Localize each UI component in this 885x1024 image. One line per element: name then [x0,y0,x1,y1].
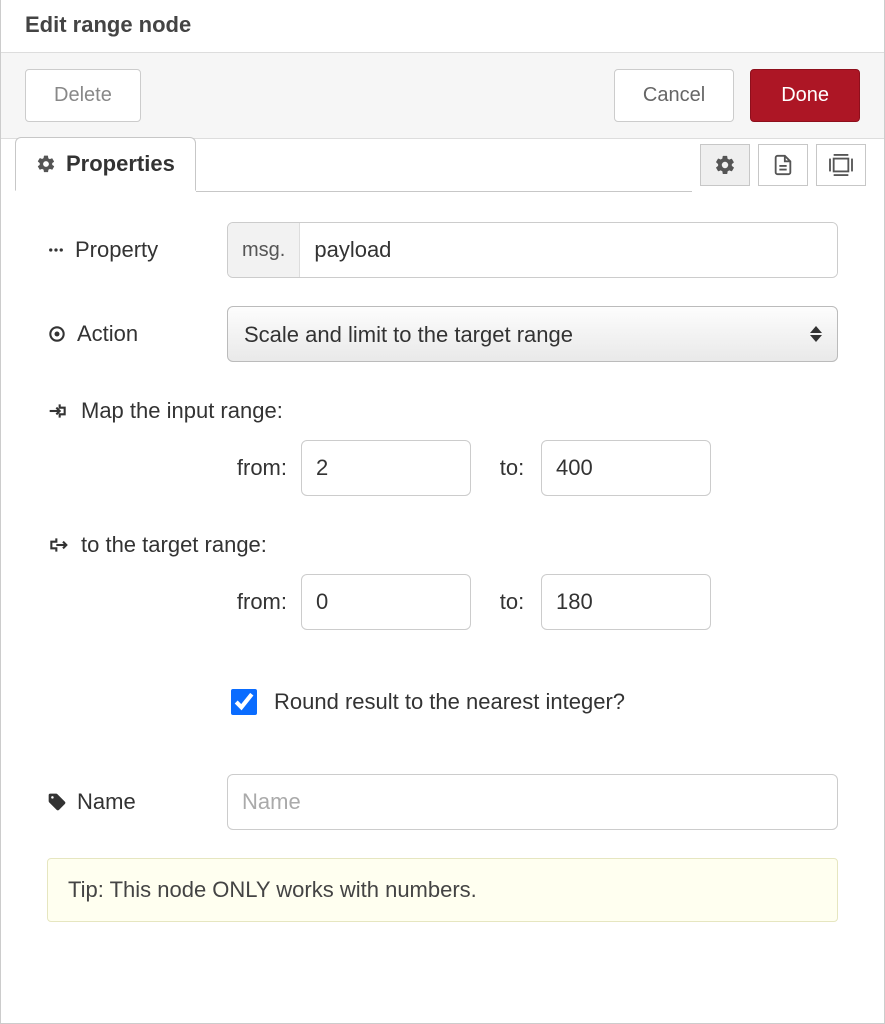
arrow-in-icon [47,401,69,421]
input-from-label: from: [227,455,287,481]
input-from-field[interactable] [301,440,471,496]
tab-bar: Properties [1,138,884,192]
target-range-section: to the target range: [47,532,838,558]
action-label: Action [47,321,227,347]
target-to-label: to: [497,589,527,615]
tab-spacer [196,138,692,192]
action-row: Action Scale and limit to the target ran… [47,306,838,362]
appearance-icon [829,154,853,176]
tip-box: Tip: This node ONLY works with numbers. [47,858,838,922]
input-range-row: from: to: [227,440,838,496]
form-body: Property msg. Action Scale and limit to … [1,192,884,1023]
cancel-button[interactable]: Cancel [614,69,734,122]
property-label-text: Property [75,237,158,263]
action-select-wrap: Scale and limit to the target range [227,306,838,362]
action-label-text: Action [77,321,138,347]
target-icon [47,324,67,344]
property-typed-input[interactable]: msg. [227,222,838,278]
input-to-field[interactable] [541,440,711,496]
target-range-row: from: to: [227,574,838,630]
target-from-label: from: [227,589,287,615]
target-from-field[interactable] [301,574,471,630]
panel-title: Edit range node [25,12,860,38]
settings-tab-button[interactable] [700,144,750,186]
delete-button[interactable]: Delete [25,69,141,122]
tag-icon [47,792,67,812]
property-input[interactable] [300,223,837,277]
tab-properties-label: Properties [66,151,175,177]
round-row: Round result to the nearest integer? [227,686,838,718]
name-row: Name [47,774,838,830]
appearance-tab-button[interactable] [816,144,866,186]
round-label[interactable]: Round result to the nearest integer? [274,689,625,715]
gear-icon [714,154,736,176]
edit-node-panel: Edit range node Delete Cancel Done Prope… [0,0,885,1024]
input-range-label: Map the input range: [81,398,283,424]
round-checkbox[interactable] [231,689,257,715]
action-bar: Delete Cancel Done [1,53,884,139]
ellipsis-icon [47,241,65,259]
name-label: Name [47,789,227,815]
arrow-out-icon [47,535,69,555]
panel-header: Edit range node [1,0,884,53]
gear-icon [36,154,56,174]
input-range-section: Map the input range: [47,398,838,424]
document-icon [772,154,794,176]
input-to-label: to: [497,455,527,481]
name-label-text: Name [77,789,136,815]
done-button[interactable]: Done [750,69,860,122]
property-prefix[interactable]: msg. [228,223,300,277]
target-range-label: to the target range: [81,532,267,558]
target-to-field[interactable] [541,574,711,630]
name-input[interactable] [227,774,838,830]
property-row: Property msg. [47,222,838,278]
tab-properties[interactable]: Properties [15,137,196,191]
property-label: Property [47,237,227,263]
description-tab-button[interactable] [758,144,808,186]
action-select[interactable]: Scale and limit to the target range [227,306,838,362]
